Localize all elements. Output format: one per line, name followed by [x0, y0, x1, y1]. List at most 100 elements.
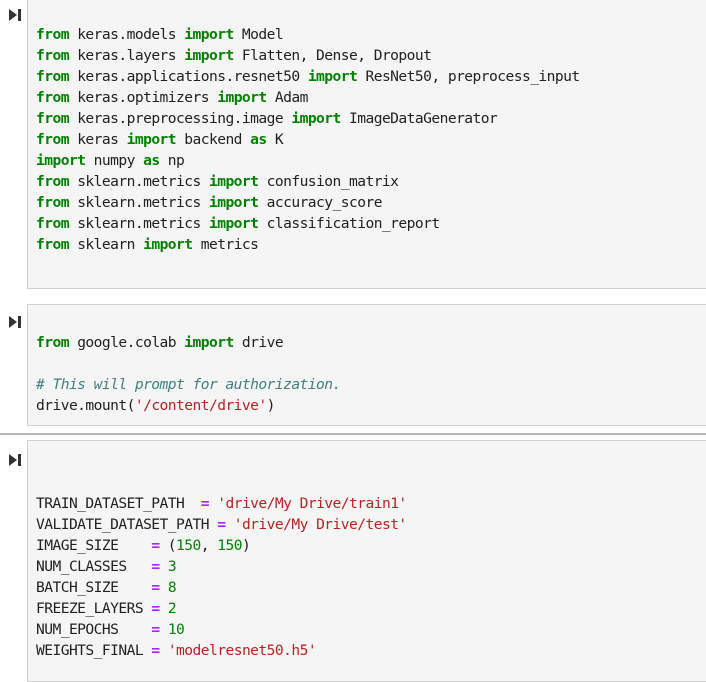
token-text: , — [200, 537, 218, 554]
code-line: from keras.models import Model — [36, 26, 284, 43]
code-line: from keras.layers import Flatten, Dense,… — [36, 47, 432, 64]
token-text: ) — [266, 397, 276, 414]
token-kw: as — [143, 152, 160, 169]
token-text: Model — [233, 26, 284, 43]
token-kw: from — [36, 68, 70, 85]
cell-separator — [0, 433, 706, 435]
token-text: accuracy_score — [258, 194, 383, 211]
code-line: drive.mount('/content/drive') — [36, 397, 275, 414]
token-kw: import — [208, 194, 259, 211]
token-text: np — [159, 152, 185, 169]
run-cell-button[interactable] — [8, 453, 22, 467]
code-line: from sklearn.metrics import accuracy_sco… — [36, 194, 382, 211]
token-kw: import — [307, 68, 358, 85]
run-cell-button[interactable] — [8, 8, 22, 22]
token-text: google.colab — [68, 334, 185, 351]
code-line: from sklearn import metrics — [36, 236, 259, 253]
token-kw: from — [36, 47, 70, 64]
token-kw: from — [36, 89, 70, 106]
token-text: ResNet50, preprocess_input — [357, 68, 580, 85]
token-text: sklearn — [68, 236, 144, 253]
token-kw: from — [36, 215, 70, 232]
token-kw: from — [36, 194, 70, 211]
token-text: keras.optimizers — [68, 89, 218, 106]
token-kw: import — [126, 131, 177, 148]
code-cell-imports: from keras.models import Model from kera… — [0, 0, 706, 290]
code-line: TRAIN_DATASET_PATH = 'drive/My Drive/tra… — [36, 495, 407, 512]
token-text: FREEZE_LAYERS — [36, 600, 152, 617]
token-op: = — [151, 621, 160, 638]
token-kw: import — [291, 110, 341, 127]
token-kw: import — [36, 152, 86, 169]
token-text: BATCH_SIZE — [36, 579, 152, 596]
token-text: keras.applications.resnet50 — [68, 68, 308, 85]
run-cell-icon — [9, 454, 21, 466]
run-cell-button[interactable] — [8, 315, 22, 329]
code-line: from keras import backend as K — [36, 131, 284, 148]
token-num: 150 — [176, 537, 201, 554]
code-editor[interactable]: from google.colab import drive # This wi… — [27, 304, 706, 426]
code-text: from keras.models import Model from kera… — [36, 24, 580, 255]
token-text: keras.preprocessing.image — [68, 110, 292, 127]
token-kw: import — [217, 89, 267, 106]
token-text: keras.layers — [68, 47, 185, 64]
token-text: NUM_EPOCHS — [36, 621, 152, 638]
code-editor[interactable]: TRAIN_DATASET_PATH = 'drive/My Drive/tra… — [27, 440, 706, 682]
token-text: keras.models — [68, 26, 185, 43]
code-line: from keras.optimizers import Adam — [36, 89, 308, 106]
token-kw: import — [184, 26, 234, 43]
token-text: confusion_matrix — [258, 173, 399, 190]
token-text: classification_report — [258, 215, 441, 232]
token-kw: import — [143, 236, 193, 253]
token-text: metrics — [192, 236, 259, 253]
token-kw: from — [36, 110, 70, 127]
token-text: Adam — [266, 89, 309, 106]
token-text: NUM_CLASSES — [36, 558, 152, 575]
run-cell-icon — [9, 9, 21, 21]
token-text: ( — [159, 537, 177, 554]
token-str: 'drive/My Drive/test' — [233, 516, 408, 533]
token-text: Flatten, Dense, Dropout — [233, 47, 432, 64]
token-text: IMAGE_SIZE — [36, 537, 152, 554]
token-text: WEIGHTS_FINAL — [36, 642, 152, 659]
token-text: VALIDATE_DATASET_PATH — [36, 516, 218, 533]
token-text: keras — [68, 131, 127, 148]
code-line: NUM_EPOCHS = 10 — [36, 621, 185, 638]
token-text: backend — [176, 131, 251, 148]
token-text: drive.mount( — [36, 397, 135, 414]
token-str: '/content/drive' — [134, 397, 267, 414]
token-op: = — [151, 642, 160, 659]
token-op: = — [151, 600, 160, 617]
token-text: sklearn.metrics — [68, 173, 209, 190]
token-cm: # This will prompt for authorization. — [36, 376, 341, 393]
code-line: VALIDATE_DATASET_PATH = 'drive/My Drive/… — [36, 516, 407, 533]
token-op: = — [151, 558, 160, 575]
token-text: K — [266, 131, 284, 148]
token-kw: import — [208, 215, 259, 232]
code-line: NUM_CLASSES = 3 — [36, 558, 177, 575]
code-line: # This will prompt for authorization. — [36, 376, 341, 393]
code-text: from google.colab import drive # This wi… — [36, 332, 341, 416]
token-kw: as — [250, 131, 267, 148]
code-cell-drive-mount: from google.colab import drive # This wi… — [0, 290, 706, 430]
code-line: from keras.preprocessing.image import Im… — [36, 110, 498, 127]
token-str: 'drive/My Drive/train1' — [217, 495, 407, 512]
code-line: from keras.applications.resnet50 import … — [36, 68, 580, 85]
token-kw: import — [184, 47, 234, 64]
token-text: sklearn.metrics — [68, 215, 209, 232]
token-text: sklearn.metrics — [68, 194, 209, 211]
token-str: 'modelresnet50.h5' — [167, 642, 317, 659]
code-editor[interactable]: from keras.models import Model from kera… — [27, 0, 706, 289]
token-num: 8 — [167, 579, 177, 596]
token-kw: from — [36, 334, 70, 351]
token-op: = — [151, 579, 160, 596]
token-text: numpy — [85, 152, 144, 169]
code-line: FREEZE_LAYERS = 2 — [36, 600, 177, 617]
token-text: TRAIN_DATASET_PATH — [36, 495, 201, 512]
